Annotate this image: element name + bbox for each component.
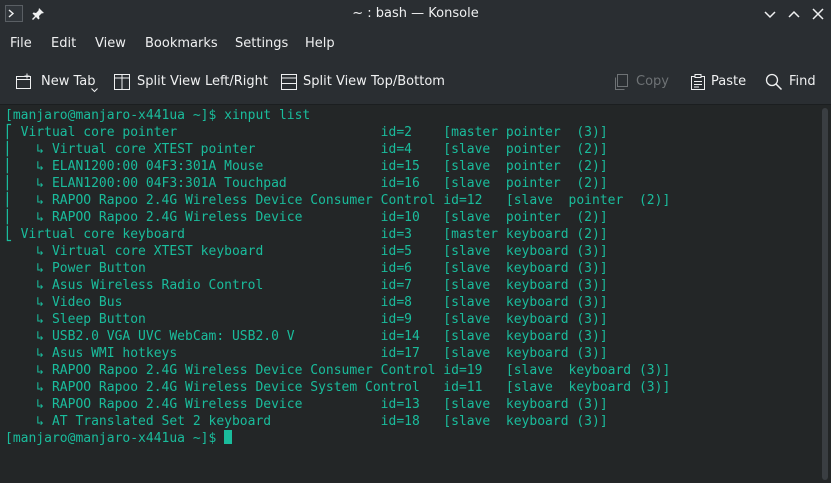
- split-left-right-icon: [114, 74, 130, 90]
- split-top-bottom-label: Split View Top/Bottom: [303, 74, 445, 89]
- title-bar: ~ : bash — Konsole: [0, 0, 831, 28]
- menu-view[interactable]: View: [95, 28, 126, 60]
- terminal-command: xinput list: [216, 108, 311, 123]
- shell-prompt: [manjaro@manjaro-x441ua ~]$: [5, 108, 217, 123]
- split-top-bottom-button[interactable]: Split View Top/Bottom: [280, 60, 445, 104]
- paste-button[interactable]: Paste: [689, 60, 749, 104]
- new-tab-icon: [16, 73, 31, 89]
- terminal-content: [manjaro@manjaro-x441ua ~]$ xinput list …: [5, 107, 670, 447]
- find-label: Find: [789, 74, 816, 89]
- toolbar: New Tab Split View Left/Right Split View…: [0, 60, 831, 105]
- copy-label: Copy: [636, 74, 669, 89]
- paste-icon: [691, 74, 705, 90]
- menu-file[interactable]: File: [10, 28, 32, 60]
- menu-edit[interactable]: Edit: [51, 28, 76, 60]
- menu-bar: File Edit View Bookmarks Settings Help: [0, 28, 831, 60]
- new-tab-button[interactable]: New Tab: [15, 60, 100, 104]
- menu-settings[interactable]: Settings: [235, 28, 288, 60]
- shell-prompt-final: [manjaro@manjaro-x441ua ~]$: [5, 431, 225, 446]
- window-title: ~ : bash — Konsole: [352, 6, 479, 21]
- paste-label: Paste: [711, 74, 747, 89]
- menu-bookmarks[interactable]: Bookmarks: [145, 28, 218, 60]
- terminal-output: ⎡ Virtual core pointer id=2 [master poin…: [5, 125, 671, 429]
- search-icon: [765, 73, 783, 91]
- menu-help[interactable]: Help: [305, 28, 335, 60]
- find-button[interactable]: Find: [765, 60, 821, 104]
- maximize-icon[interactable]: [786, 6, 802, 22]
- dropdown-arrow-icon[interactable]: [91, 88, 98, 93]
- new-tab-label: New Tab: [41, 74, 96, 89]
- split-left-right-button[interactable]: Split View Left/Right: [113, 60, 268, 104]
- split-left-right-label: Split View Left/Right: [137, 74, 269, 89]
- scrollbar-thumb[interactable]: [822, 108, 828, 480]
- minimize-icon[interactable]: [762, 6, 778, 22]
- copy-button[interactable]: Copy: [612, 60, 672, 104]
- split-top-bottom-icon: [281, 74, 297, 90]
- close-icon[interactable]: [810, 6, 826, 22]
- text-cursor: [224, 430, 233, 444]
- terminal-view[interactable]: [manjaro@manjaro-x441ua ~]$ xinput list …: [0, 105, 831, 483]
- copy-icon: [615, 74, 628, 90]
